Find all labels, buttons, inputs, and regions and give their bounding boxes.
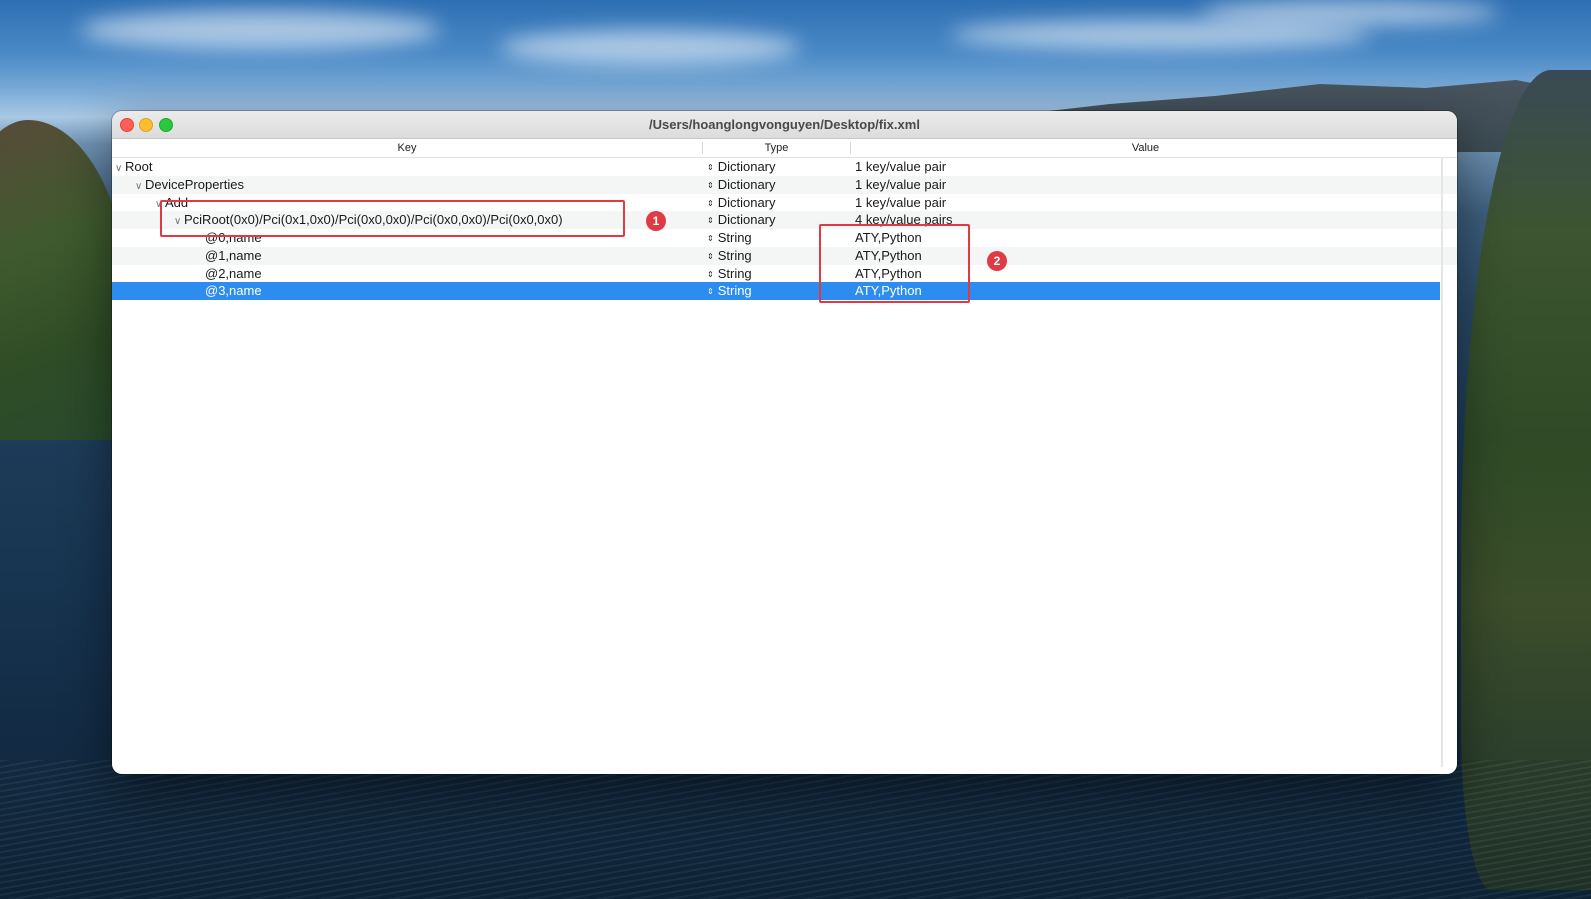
updown-stepper-icon[interactable]: ⇕ bbox=[707, 266, 714, 284]
cloud bbox=[1200, 0, 1500, 25]
key-cell[interactable]: @1,name bbox=[205, 247, 262, 265]
vertical-scrollbar[interactable] bbox=[1441, 157, 1443, 767]
table-row[interactable]: @1,name ⇕ String ATY,Python bbox=[112, 246, 1457, 266]
annotation-badge: 2 bbox=[987, 251, 1007, 271]
cloud bbox=[500, 30, 800, 65]
table-row[interactable]: ∨ DeviceProperties ⇕ Dictionary 1 key/valu… bbox=[112, 175, 1457, 195]
type-cell[interactable]: ⇕ Dictionary bbox=[707, 176, 776, 195]
type-cell[interactable]: ⇕ Dictionary bbox=[707, 194, 776, 213]
type-cell[interactable]: ⇕ Dictionary bbox=[707, 211, 776, 230]
updown-stepper-icon[interactable]: ⇕ bbox=[707, 159, 714, 177]
type-cell[interactable]: ⇕ String bbox=[707, 229, 752, 248]
updown-stepper-icon[interactable]: ⇕ bbox=[707, 195, 714, 213]
annotation-box-key bbox=[160, 200, 625, 237]
updown-stepper-icon[interactable]: ⇕ bbox=[707, 283, 714, 301]
mountain-left bbox=[0, 120, 130, 440]
column-header-value[interactable]: Value bbox=[851, 142, 1440, 154]
updown-stepper-icon[interactable]: ⇕ bbox=[707, 248, 714, 266]
table-row-selected[interactable]: @3,name ⇕ String ATY,Python bbox=[112, 282, 1440, 300]
type-cell[interactable]: ⇕ String bbox=[707, 265, 752, 284]
table-row[interactable]: @2,name ⇕ String ATY,Python bbox=[112, 265, 1457, 283]
column-header-type[interactable]: Type bbox=[703, 142, 850, 154]
updown-stepper-icon[interactable]: ⇕ bbox=[707, 177, 714, 195]
value-cell[interactable]: 1 key/value pair bbox=[855, 194, 946, 212]
window-title: /Users/hoanglongvonguyen/Desktop/fix.xml bbox=[649, 117, 920, 132]
ocean-water bbox=[0, 760, 1591, 899]
type-cell[interactable]: ⇕ Dictionary bbox=[707, 158, 776, 177]
cloud bbox=[80, 10, 440, 50]
type-cell[interactable]: ⇕ String bbox=[707, 247, 752, 266]
table-row[interactable]: ∨ Root ⇕ Dictionary 1 key/value pair bbox=[112, 158, 1457, 176]
column-header: Key Type Value bbox=[112, 139, 1457, 158]
value-cell[interactable]: 1 key/value pair bbox=[855, 158, 946, 176]
key-cell[interactable]: @2,name bbox=[205, 265, 262, 283]
column-header-key[interactable]: Key bbox=[112, 142, 702, 154]
updown-stepper-icon[interactable]: ⇕ bbox=[707, 212, 714, 230]
annotation-box-values bbox=[819, 224, 970, 303]
key-cell[interactable]: @3,name bbox=[205, 282, 262, 300]
titlebar[interactable]: /Users/hoanglongvonguyen/Desktop/fix.xml bbox=[112, 111, 1457, 139]
value-cell[interactable]: 1 key/value pair bbox=[855, 176, 946, 194]
updown-stepper-icon[interactable]: ⇕ bbox=[707, 230, 714, 248]
type-cell[interactable]: ⇕ String bbox=[707, 282, 752, 301]
annotation-badge: 1 bbox=[646, 211, 666, 231]
